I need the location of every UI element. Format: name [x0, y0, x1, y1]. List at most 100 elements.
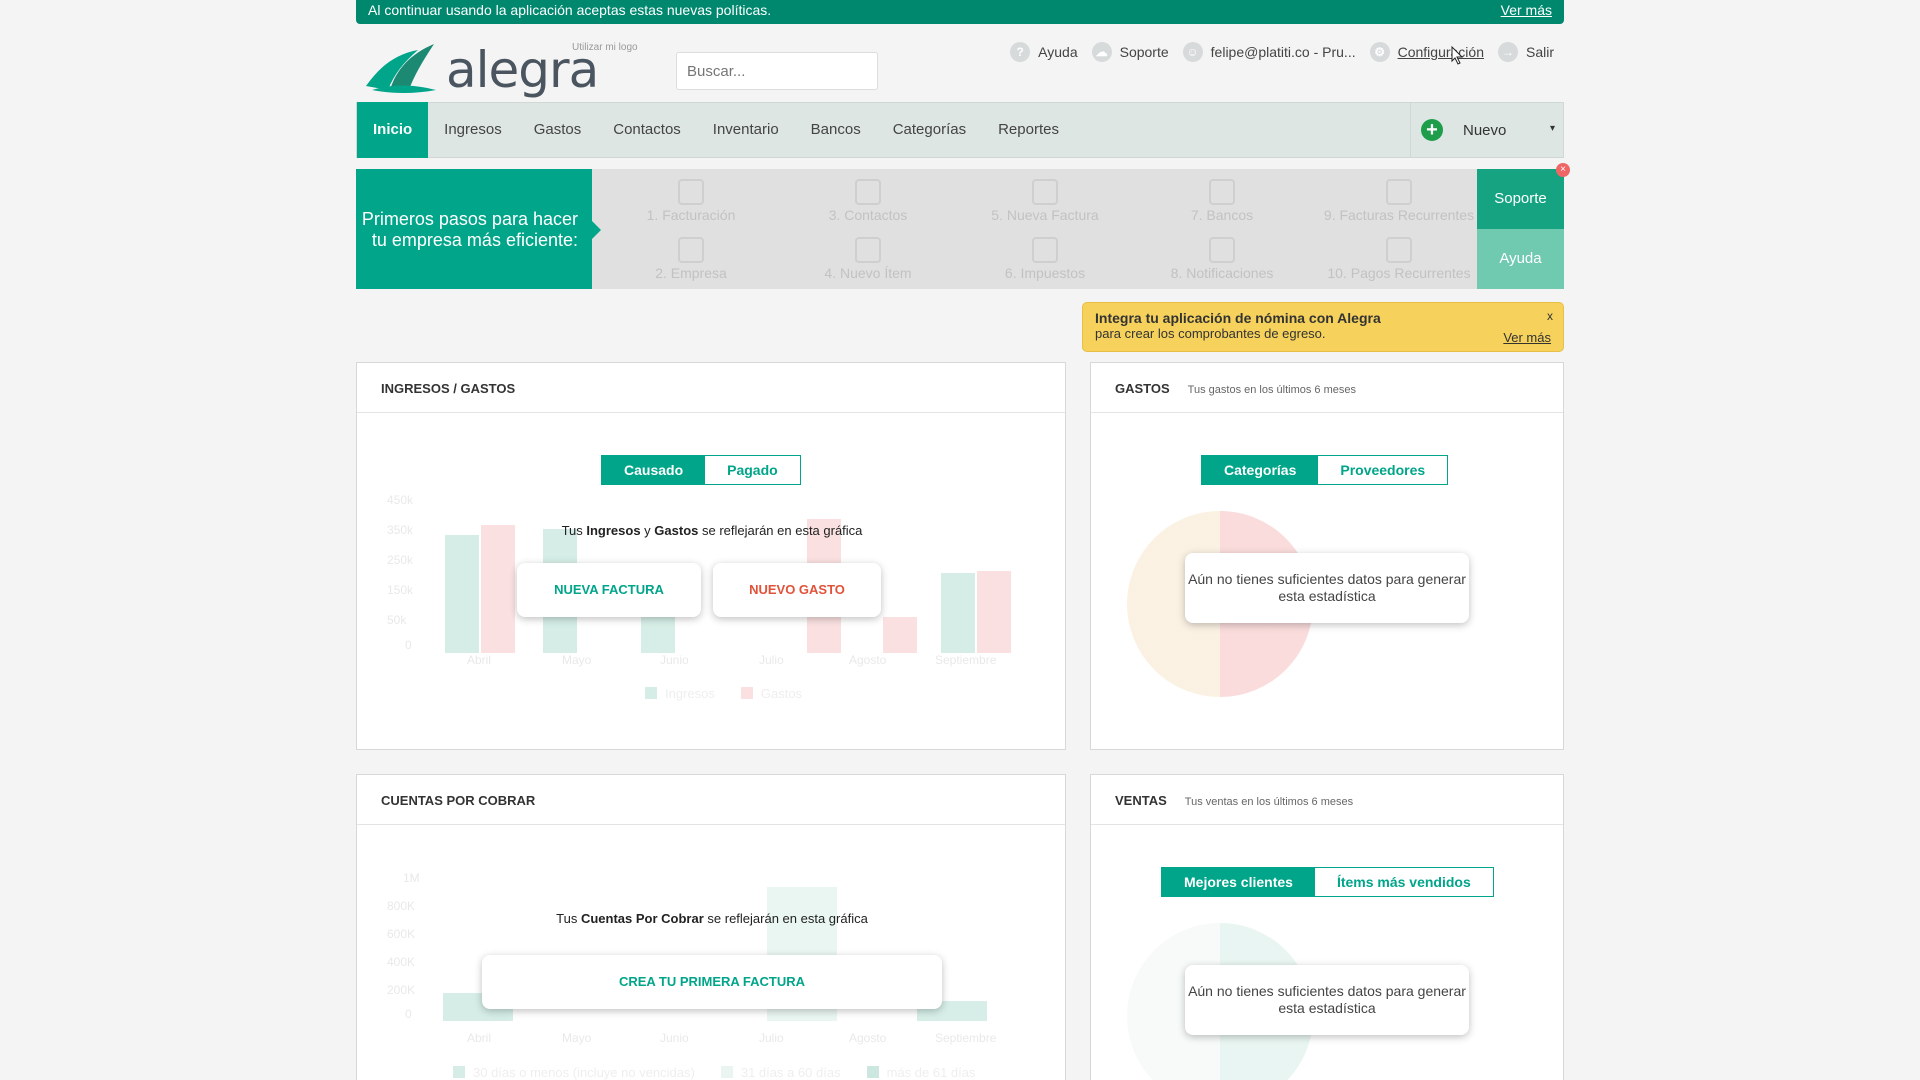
- legend-31-60-days: 31 días a 60 días: [721, 1065, 841, 1080]
- chevron-down-icon: ▾: [1549, 123, 1555, 134]
- x-tick: Mayo: [562, 1031, 592, 1045]
- x-tick: Septiembre: [935, 1031, 997, 1045]
- search-input[interactable]: [676, 52, 878, 90]
- invoice-icon: [678, 179, 704, 205]
- recurring-invoice-icon: [1386, 179, 1412, 205]
- y-tick: 0: [405, 1007, 412, 1021]
- step-bancos[interactable]: 7. Bancos: [1137, 173, 1307, 231]
- toggle-proveedores[interactable]: Proveedores: [1318, 456, 1448, 484]
- leaf-logo-icon: [366, 44, 436, 93]
- expenses-card: GASTOS Tus gastos en los últimos 6 meses …: [1090, 362, 1564, 750]
- help-label: Ayuda: [1038, 44, 1078, 60]
- x-tick: Junio: [660, 653, 689, 667]
- promo-see-more-link[interactable]: Ver más: [1503, 330, 1551, 345]
- receivables-message: Tus Cuentas Por Cobrar se reflejarán en …: [357, 911, 1065, 926]
- logout-label: Salir: [1525, 44, 1554, 60]
- promo-text: para crear los comprobantes de egreso.: [1095, 326, 1326, 341]
- step-notificaciones[interactable]: 8. Notificaciones: [1137, 231, 1307, 289]
- nav-item-categorias[interactable]: Categorías: [877, 102, 982, 158]
- contacts-icon: [855, 179, 881, 205]
- nav-item-reportes[interactable]: Reportes: [982, 102, 1075, 158]
- sales-title: VENTAS: [1115, 793, 1167, 808]
- ghost-bar: [977, 571, 1011, 653]
- expenses-title: GASTOS: [1115, 381, 1170, 396]
- logout-link[interactable]: → Salir: [1497, 42, 1554, 62]
- nav-item-contactos[interactable]: Contactos: [597, 102, 697, 158]
- help-link[interactable]: ? Ayuda: [1010, 42, 1078, 62]
- x-tick: Junio: [660, 1031, 689, 1045]
- steps-support-button[interactable]: Soporte: [1477, 169, 1564, 229]
- income-expense-placeholder-chart-end: [941, 553, 1041, 653]
- toggle-causado[interactable]: Causado: [602, 456, 706, 484]
- x-tick: Julio: [759, 653, 784, 667]
- x-tick: Abril: [467, 1031, 492, 1045]
- step-facturas-recurrentes[interactable]: 9. Facturas Recurrentes: [1314, 173, 1484, 231]
- top-links: ? Ayuda ☁ Soporte ☺ felipe@platiti.co - …: [1010, 42, 1554, 62]
- user-link[interactable]: ☺ felipe@platiti.co - Pru...: [1182, 42, 1356, 62]
- income-expense-card: INGRESOS / GASTOS Causado Pagado 450k 35…: [356, 362, 1066, 750]
- toggle-top-items[interactable]: Ítems más vendidos: [1314, 868, 1493, 896]
- create-first-invoice-button[interactable]: CREA TU PRIMERA FACTURA: [482, 955, 942, 1009]
- toggle-categorias[interactable]: Categorías: [1202, 456, 1319, 484]
- use-my-logo-link[interactable]: Utilizar mi logo: [572, 42, 638, 53]
- promo-close-icon[interactable]: x: [1547, 309, 1553, 323]
- steps-help-button[interactable]: Ayuda: [1477, 229, 1564, 289]
- y-tick: 200K: [387, 983, 416, 997]
- new-invoice-button[interactable]: NUEVA FACTURA: [517, 563, 701, 617]
- alegra-logo[interactable]: alegra: [362, 36, 599, 102]
- logout-icon: →: [1497, 42, 1518, 62]
- policy-notice-text: Al continuar usando la aplicación acepta…: [368, 2, 772, 18]
- step-label: 9. Facturas Recurrentes: [1323, 207, 1475, 223]
- sales-card: VENTAS Tus ventas en los últimos 6 meses …: [1090, 774, 1564, 1080]
- step-label: 6. Impuestos: [1004, 265, 1086, 281]
- ghost-bar: [481, 525, 515, 653]
- x-tick: Abril: [467, 653, 492, 667]
- sales-empty-message: Aún no tienes suficientes datos para gen…: [1185, 965, 1469, 1035]
- x-tick: Agosto: [849, 653, 887, 667]
- step-label: 4. Nuevo Ítem: [824, 265, 912, 281]
- y-tick: 150k: [387, 583, 414, 597]
- nav-item-ingresos[interactable]: Ingresos: [428, 102, 518, 158]
- legend-gastos: Gastos: [741, 686, 802, 701]
- new-dropdown-button[interactable]: + Nuevo ▾: [1410, 103, 1563, 157]
- new-expense-button[interactable]: NUEVO GASTO: [713, 563, 881, 617]
- step-label: 10. Pagos Recurrentes: [1327, 265, 1471, 281]
- support-icon: ☁: [1091, 42, 1112, 62]
- step-label: 1. Facturación: [646, 207, 736, 223]
- msg-part: Gastos: [654, 523, 699, 538]
- policy-notice: Al continuar usando la aplicación acepta…: [356, 0, 1564, 24]
- support-link[interactable]: ☁ Soporte: [1091, 42, 1169, 62]
- toggle-pagado[interactable]: Pagado: [705, 456, 800, 484]
- new-label: Nuevo: [1463, 121, 1507, 139]
- step-empresa[interactable]: 2. Empresa: [606, 231, 776, 289]
- step-facturacion[interactable]: 1. Facturación: [606, 173, 776, 231]
- y-tick: 600K: [387, 927, 416, 941]
- close-icon[interactable]: ×: [1556, 163, 1570, 177]
- settings-link[interactable]: ⚙ Configuración: [1369, 42, 1484, 62]
- toggle-best-clients[interactable]: Mejores clientes: [1162, 868, 1315, 896]
- y-tick: 400K: [387, 955, 416, 969]
- step-nuevo-item[interactable]: 4. Nuevo Ítem: [783, 231, 953, 289]
- nav-item-inventario[interactable]: Inventario: [697, 102, 795, 158]
- nav-item-inicio[interactable]: Inicio: [357, 102, 429, 158]
- nav-item-gastos[interactable]: Gastos: [518, 102, 598, 158]
- step-impuestos[interactable]: 6. Impuestos: [960, 231, 1130, 289]
- income-expense-legend: Ingresos Gastos: [645, 686, 802, 701]
- policy-see-more-link[interactable]: Ver más: [1501, 0, 1552, 20]
- step-pagos-recurrentes[interactable]: 10. Pagos Recurrentes: [1314, 231, 1484, 289]
- recurring-payment-icon: [1386, 237, 1412, 263]
- nav-item-bancos[interactable]: Bancos: [795, 102, 877, 158]
- sales-subtitle: Tus ventas en los últimos 6 meses: [1184, 796, 1354, 808]
- x-tick: Septiembre: [935, 653, 997, 667]
- settings-label: Configuración: [1397, 44, 1484, 60]
- mouse-pointer-icon: [1451, 46, 1464, 65]
- msg-part: se reflejarán en esta gráfica: [698, 523, 863, 538]
- msg-part: Tus: [556, 911, 581, 926]
- step-label: 2. Empresa: [655, 265, 727, 281]
- step-nueva-factura[interactable]: 5. Nueva Factura: [960, 173, 1130, 231]
- user-label: felipe@platiti.co - Pru...: [1210, 44, 1356, 60]
- expenses-empty-message: Aún no tienes suficientes datos para gen…: [1185, 553, 1469, 623]
- step-contactos[interactable]: 3. Contactos: [783, 173, 953, 231]
- y-tick: 50k: [387, 613, 407, 627]
- msg-part: Tus: [561, 523, 587, 538]
